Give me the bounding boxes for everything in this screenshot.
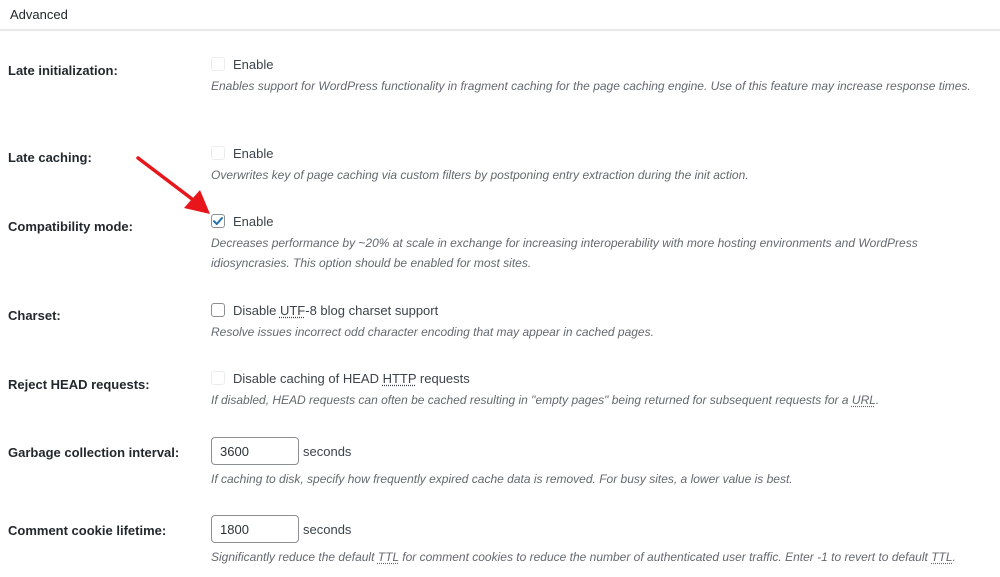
setting-description: Overwrites key of page caching via custo… [211, 168, 749, 182]
setting-label: Late caching: [8, 150, 92, 165]
garbage-collection-interval-input[interactable]: 3600 [211, 437, 299, 465]
late-initialization-checkbox[interactable] [211, 57, 225, 71]
setting-label: Garbage collection interval: [8, 445, 180, 460]
annotation-arrow-icon [136, 156, 210, 214]
unit-label: seconds [303, 521, 352, 537]
checkbox-label: Disable caching of HEAD HTTP requests [233, 370, 470, 386]
reject-head-checkbox[interactable] [211, 371, 225, 385]
checkbox-label: Enable [233, 145, 274, 161]
setting-description: Decreases performance by ~20% at scale i… [211, 236, 918, 270]
checkbox-label: Disable UTF-8 blog charset support [233, 302, 439, 318]
charset-checkbox[interactable] [211, 303, 225, 317]
checkbox-label: Enable [233, 56, 274, 72]
setting-label: Comment cookie lifetime: [8, 523, 167, 538]
setting-label: Compatibility mode: [8, 219, 133, 234]
checkbox-label: Enable [233, 213, 274, 229]
setting-description: Significantly reduce the default TTL for… [211, 550, 956, 564]
setting-description: Enables support for WordPress functional… [211, 79, 971, 93]
setting-label: Charset: [8, 308, 61, 323]
section-header: Advanced [0, 0, 1000, 31]
setting-description: If disabled, HEAD requests can often be … [211, 393, 880, 407]
comment-cookie-lifetime-input[interactable]: 1800 [211, 515, 299, 543]
unit-label: seconds [303, 443, 352, 459]
setting-label: Reject HEAD requests: [8, 377, 150, 392]
section-title: Advanced [10, 7, 68, 22]
setting-description: Resolve issues incorrect odd character e… [211, 325, 654, 339]
setting-description: If caching to disk, specify how frequent… [211, 472, 793, 486]
setting-label: Late initialization: [8, 63, 118, 78]
